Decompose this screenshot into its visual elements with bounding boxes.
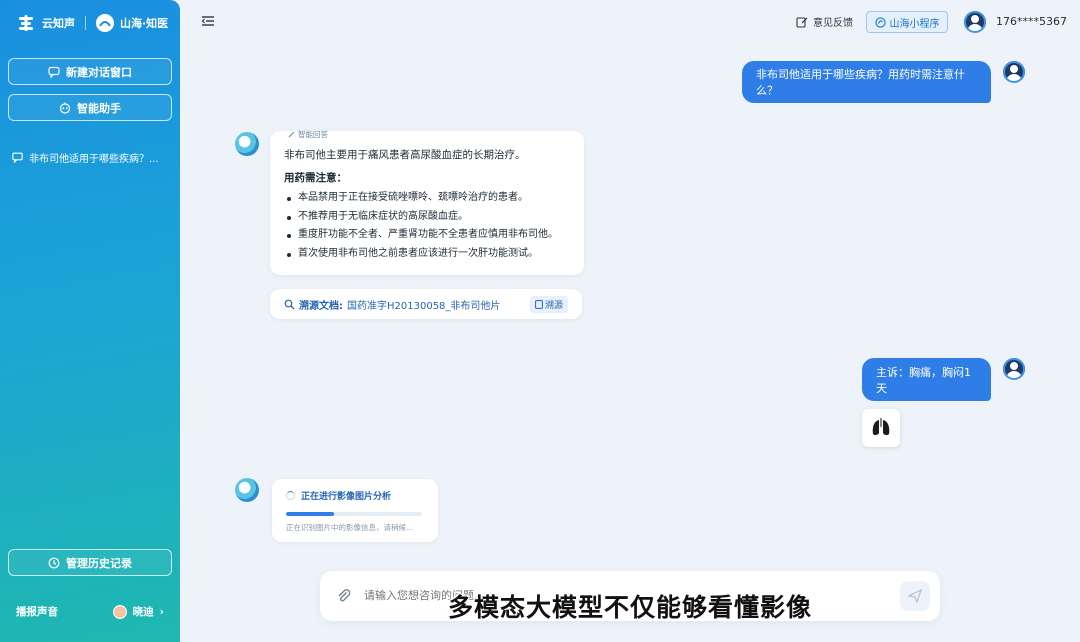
user-message-text: 非布司他适用于哪些疾病？用药时需注意什么？ bbox=[756, 68, 965, 97]
brand-primary-name: 云知声 bbox=[42, 17, 75, 30]
trace-label: 溯源 bbox=[544, 300, 563, 311]
yunzhisheng-logo-icon bbox=[16, 13, 36, 33]
assistant-label: 智能助手 bbox=[77, 101, 121, 115]
assistant-button[interactable]: 智能助手 bbox=[8, 94, 172, 121]
source-document-link[interactable]: 国药准字H20130058_非布司他片 bbox=[347, 297, 500, 312]
bot-avatar bbox=[235, 478, 259, 502]
processing-progress-fill bbox=[286, 512, 334, 516]
user-mini-avatar bbox=[112, 604, 127, 619]
answer-intro: 非布司他主要用于痛风患者高尿酸血症的长期治疗。 bbox=[284, 149, 526, 161]
mini-program-button[interactable]: 山海小程序 bbox=[866, 11, 948, 33]
shanhai-logo-icon bbox=[96, 14, 114, 32]
processing-card: 正在进行影像图片分析 正在识别图片中的影像信息，请稍候... bbox=[272, 479, 438, 542]
user-message-bubble: 非布司他适用于哪些疾病？用药时需注意什么？ bbox=[742, 61, 991, 103]
feedback-label: 意见反馈 bbox=[813, 18, 853, 29]
header-avatar[interactable] bbox=[964, 11, 986, 33]
answer-point: 首次使用非布司他之前患者应该进行一次肝功能测试。 bbox=[284, 245, 570, 264]
answer-points: 本品禁用于正在接受硫唑嘌呤、巯嘌呤治疗的患者。 不推荐用于无临床症状的高尿酸血症… bbox=[284, 189, 570, 263]
user-mini-name: 晓迪 bbox=[132, 606, 154, 618]
user-phone[interactable]: 176****5367 bbox=[996, 15, 1067, 28]
answer-point: 重度肝功能不全者、严重肾功能不全患者应慎用非布司他。 bbox=[284, 226, 570, 245]
answer-point: 本品禁用于正在接受硫唑嘌呤、巯嘌呤治疗的患者。 bbox=[284, 189, 570, 208]
collapse-sidebar-icon[interactable] bbox=[201, 14, 215, 28]
mini-program-icon bbox=[874, 16, 886, 28]
user-avatar bbox=[1003, 61, 1025, 83]
brand-secondary-name: 山海·知医 bbox=[120, 17, 169, 30]
loading-spinner-icon bbox=[286, 491, 295, 500]
robot-icon bbox=[59, 102, 71, 114]
sidebar-footer: 播报声音 晓迪 › bbox=[16, 604, 164, 619]
user-symptom-bubble: 主诉：胸痛，胸闷1天 bbox=[862, 358, 991, 401]
new-chat-button[interactable]: 新建对话窗口 bbox=[8, 58, 172, 85]
answer-tag: 智能回答 bbox=[288, 129, 328, 140]
search-doc-icon bbox=[284, 299, 295, 309]
user-menu[interactable]: 晓迪 › bbox=[112, 604, 164, 619]
processing-title-text: 正在进行影像图片分析 bbox=[301, 492, 392, 502]
voice-broadcast-label[interactable]: 播报声音 bbox=[16, 604, 58, 619]
answer-point: 不推荐用于无临床症状的高尿酸血症。 bbox=[284, 208, 570, 227]
brand-divider bbox=[85, 16, 86, 30]
answer-tag-label: 智能回答 bbox=[298, 130, 328, 139]
chat-bubble-icon bbox=[48, 66, 60, 78]
uploaded-image-thumbnail[interactable] bbox=[862, 409, 900, 447]
sparkle-icon bbox=[288, 131, 295, 138]
processing-progress-bar bbox=[286, 512, 422, 516]
source-card: 溯源文档: 国药准字H20130058_非布司他片 溯源 bbox=[270, 289, 582, 319]
manage-history-button[interactable]: 管理历史记录 bbox=[8, 549, 172, 576]
sidebar: 云知声 山海·知医 新建对话窗口 智能助手 非布司他适用于哪些疾病？... 管理… bbox=[0, 0, 180, 642]
user-symptom-text: 主诉：胸痛，胸闷1天 bbox=[876, 365, 971, 395]
source-label: 溯源文档: bbox=[299, 300, 343, 312]
brand: 云知声 山海·知医 bbox=[16, 12, 168, 34]
history-item[interactable]: 非布司他适用于哪些疾病？... bbox=[12, 150, 172, 165]
mini-program-label: 山海小程序 bbox=[889, 18, 940, 30]
new-chat-label: 新建对话窗口 bbox=[66, 65, 132, 79]
lung-xray-icon bbox=[869, 417, 893, 439]
user-avatar bbox=[1003, 358, 1025, 380]
manage-history-label: 管理历史记录 bbox=[66, 556, 132, 570]
document-icon bbox=[535, 299, 543, 309]
answer-card: 智能回答 非布司他主要用于痛风患者高尿酸血症的长期治疗。 用药需注意： 本品禁用… bbox=[270, 129, 584, 275]
history-item-label: 非布司他适用于哪些疾病？... bbox=[29, 154, 159, 165]
chevron-right-icon: › bbox=[159, 605, 164, 618]
answer-heading: 用药需注意： bbox=[284, 172, 347, 184]
bot-avatar bbox=[235, 132, 259, 156]
clock-icon bbox=[48, 557, 60, 568]
processing-subtext: 正在识别图片中的影像信息，请稍候... bbox=[286, 523, 414, 532]
trace-button[interactable]: 溯源 bbox=[529, 295, 568, 313]
message-icon bbox=[12, 152, 23, 163]
edit-icon bbox=[796, 16, 808, 28]
processing-title: 正在进行影像图片分析 bbox=[286, 489, 424, 502]
video-subtitle: 多模态大模型不仅能够看懂影像 bbox=[447, 593, 812, 622]
feedback-button[interactable]: 意见反馈 bbox=[796, 14, 853, 29]
